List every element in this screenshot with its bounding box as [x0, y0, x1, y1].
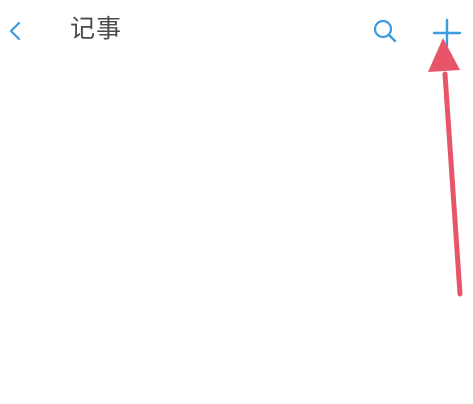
- top-bar: 记事: [0, 0, 473, 62]
- add-note-button[interactable]: [428, 14, 466, 52]
- plus-icon: [432, 18, 462, 48]
- notes-list-area: [0, 62, 473, 404]
- search-icon: [373, 19, 397, 43]
- chevron-left-icon: [9, 21, 21, 41]
- notes-screen: 记事: [0, 0, 473, 404]
- search-button[interactable]: [368, 14, 402, 48]
- back-button[interactable]: [0, 10, 30, 50]
- page-title: 记事: [70, 14, 123, 43]
